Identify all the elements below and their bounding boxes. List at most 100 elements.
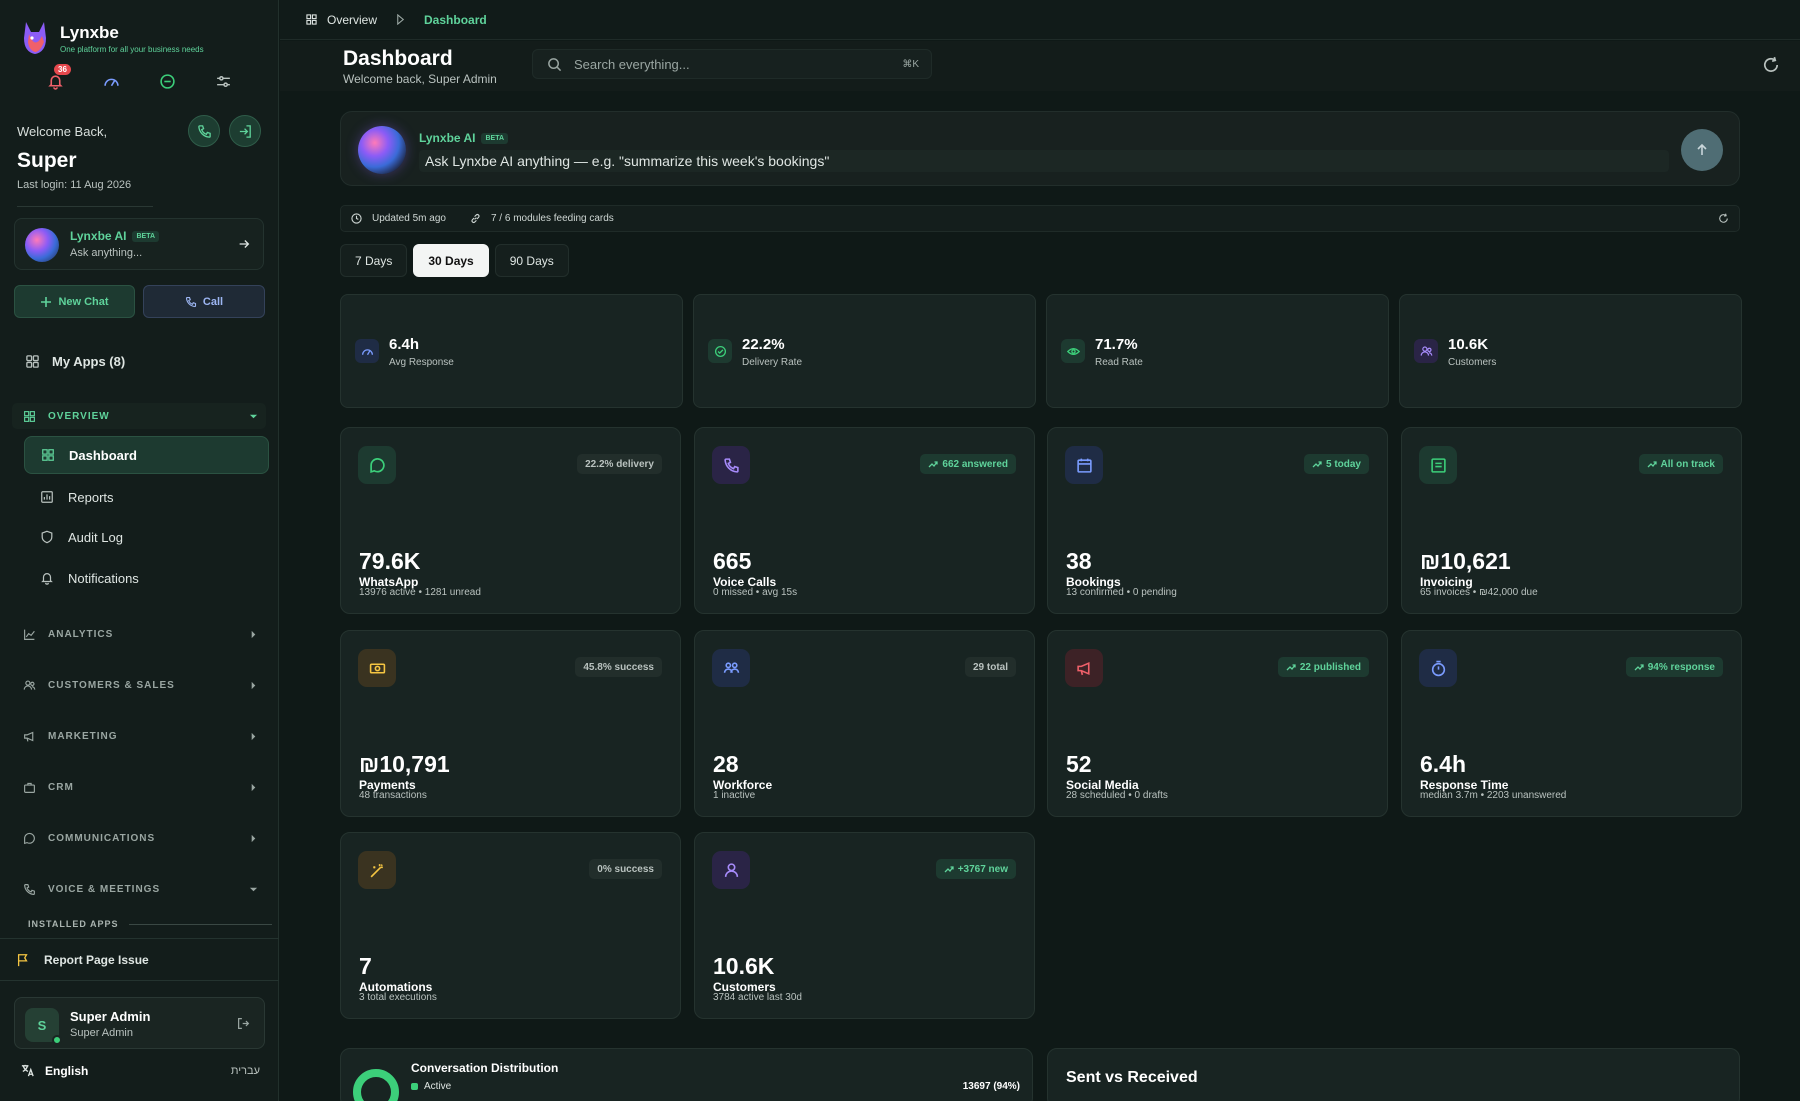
invoice-icon [1419, 446, 1457, 484]
refresh-icon[interactable] [1718, 213, 1729, 224]
section-marketing[interactable]: MARKETING [23, 730, 258, 743]
timer-icon [1419, 649, 1457, 687]
tab-30-days[interactable]: 30 Days [413, 244, 489, 277]
beta-badge: BETA [481, 133, 509, 145]
briefcase-icon [24, 782, 35, 793]
sent-vs-received-card[interactable]: Sent vs Received [1047, 1048, 1740, 1101]
call-button[interactable]: Call [143, 285, 265, 318]
sidebar-ai-card[interactable]: Lynxbe AI BETA Ask anything... [14, 218, 264, 270]
chevron-right-icon [251, 681, 256, 690]
chevron-right-icon [251, 732, 256, 741]
clock-icon [351, 213, 362, 224]
page-title: Dashboard [343, 47, 453, 70]
card-workforce[interactable]: 29 total 28 Workforce 1 inactive [694, 630, 1035, 817]
card-bookings[interactable]: 5 today 38 Bookings 13 confirmed • 0 pen… [1047, 427, 1388, 614]
banknote-icon [358, 649, 396, 687]
kpi-value: 71.7% [1095, 336, 1138, 353]
card-badge: 94% response [1625, 657, 1723, 677]
tab-7-days[interactable]: 7 Days [340, 244, 408, 277]
section-communications[interactable]: COMMUNICATIONS [23, 832, 258, 845]
sidebar-item-audit-log[interactable]: Audit Log [24, 518, 269, 556]
breadcrumb-overview[interactable]: Overview [327, 13, 377, 27]
card-subtext: 1 inactive [713, 790, 756, 801]
card-whatsapp[interactable]: 22.2% delivery 79.6K WhatsApp 13976 acti… [340, 427, 681, 614]
notifications-bell-icon[interactable]: 36 [46, 64, 71, 90]
send-button[interactable] [1681, 129, 1723, 171]
installed-apps-rule [128, 923, 272, 925]
card-badge: 22.2% delivery [577, 454, 662, 474]
sidebar: Lynxbe One platform for all your busines… [0, 0, 279, 1101]
logo-row: Lynxbe One platform for all your busines… [20, 20, 204, 56]
section-crm[interactable]: CRM [23, 781, 258, 794]
section-overview[interactable]: OVERVIEW [23, 408, 258, 424]
bar-chart-icon [41, 491, 53, 503]
card-automations[interactable]: 0% success 7 Automations 3 total executi… [340, 832, 681, 1019]
section-voice-meetings[interactable]: VOICE & MEETINGS [23, 883, 258, 896]
last-login: Last login: 11 Aug 2026 [17, 179, 132, 191]
card-value: ₪10,621 [1420, 548, 1511, 574]
conversation-distribution-card[interactable]: Conversation Distribution Active 13697 (… [340, 1048, 1033, 1101]
sidebar-item-reports[interactable]: Reports [24, 478, 269, 516]
phone-call-button[interactable] [188, 115, 220, 147]
trend-up-icon [1647, 461, 1657, 468]
card-badge: 662 answered [920, 454, 1016, 474]
ai-orb-avatar [25, 228, 59, 262]
sent-vs-received-title: Sent vs Received [1066, 1069, 1198, 1086]
user-role: Super Admin [70, 1027, 133, 1039]
apps-grid-icon [26, 355, 39, 368]
trend-up-icon [1286, 664, 1296, 671]
logout-icon[interactable] [237, 1017, 250, 1030]
report-page-issue-button[interactable]: Report Page Issue [0, 938, 279, 981]
sidebar-item-dashboard[interactable]: Dashboard [24, 436, 269, 474]
kpi-value: 6.4h [389, 336, 420, 353]
new-chat-button[interactable]: New Chat [14, 285, 135, 318]
section-customers-sales[interactable]: CUSTOMERS & SALES [23, 679, 258, 692]
card-invoicing[interactable]: All on track ₪10,621 Invoicing 65 invoic… [1401, 427, 1742, 614]
sidebar-item-notifications[interactable]: Notifications [24, 559, 269, 597]
card-value: 28 [713, 751, 739, 777]
card-value: 6.4h [1420, 751, 1467, 777]
sliders-icon[interactable] [214, 72, 232, 90]
card-subtext: 13976 active • 1281 unread [359, 587, 481, 598]
language-switcher[interactable]: English עברית [20, 1063, 260, 1078]
ask-ai-input[interactable]: Ask Lynxbe AI anything — e.g. "summarize… [419, 150, 1669, 172]
my-apps-link[interactable]: My Apps (8) [25, 354, 125, 369]
user-profile-card[interactable]: S Super Admin Super Admin [14, 997, 265, 1049]
tab-90-days[interactable]: 90 Days [494, 244, 569, 277]
welcome-actions [188, 115, 261, 147]
chevron-down-icon [249, 414, 258, 418]
chat-icon[interactable] [158, 72, 176, 90]
active-count: 13697 (94%) [962, 1081, 1020, 1092]
kpi-avg-response[interactable]: 6.4h Avg Response [340, 294, 683, 408]
trend-up-icon [944, 866, 954, 873]
kpi-value: 10.6K [1448, 336, 1489, 353]
phone-icon [24, 884, 35, 895]
sidebar-ai-title: Lynxbe AI BETA [70, 229, 160, 243]
phone-icon [197, 124, 211, 138]
language-alternate[interactable]: עברית [231, 1065, 260, 1077]
welcome-user-name: Super [17, 149, 77, 172]
chevron-right-icon [251, 783, 256, 792]
card-payments[interactable]: 45.8% success ₪10,791 Payments 48 transa… [340, 630, 681, 817]
lynx-logo-icon[interactable] [20, 20, 50, 56]
section-analytics[interactable]: ANALYTICS [23, 628, 258, 641]
refresh-icon[interactable] [1762, 56, 1780, 74]
card-voice-calls[interactable]: 662 answered 665 Voice Calls 0 missed • … [694, 427, 1035, 614]
search-input[interactable]: Search everything... ⌘K [532, 49, 932, 79]
online-status-dot [52, 1035, 62, 1045]
search-placeholder: Search everything... [574, 56, 690, 72]
card-response-time[interactable]: 94% response 6.4h Response Time median 3… [1401, 630, 1742, 817]
kpi-delivery-rate[interactable]: 22.2% Delivery Rate [693, 294, 1036, 408]
chevron-right-icon [251, 630, 256, 639]
kpi-read-rate[interactable]: 71.7% Read Rate [1046, 294, 1389, 408]
card-subtext: 3 total executions [359, 992, 437, 1003]
card-social-media[interactable]: 22 published 52 Social Media 28 schedule… [1047, 630, 1388, 817]
kpi-label: Delivery Rate [742, 357, 803, 368]
sign-in-button[interactable] [229, 115, 261, 147]
kpi-customers[interactable]: 10.6K Customers [1399, 294, 1742, 408]
page-subtitle: Welcome back, Super Admin [343, 72, 497, 86]
legend-item-active: Active [411, 1081, 451, 1092]
gauge-icon[interactable] [102, 72, 120, 90]
card-customers[interactable]: +3767 new 10.6K Customers 3784 active la… [694, 832, 1035, 1019]
legend-swatch [411, 1083, 418, 1090]
